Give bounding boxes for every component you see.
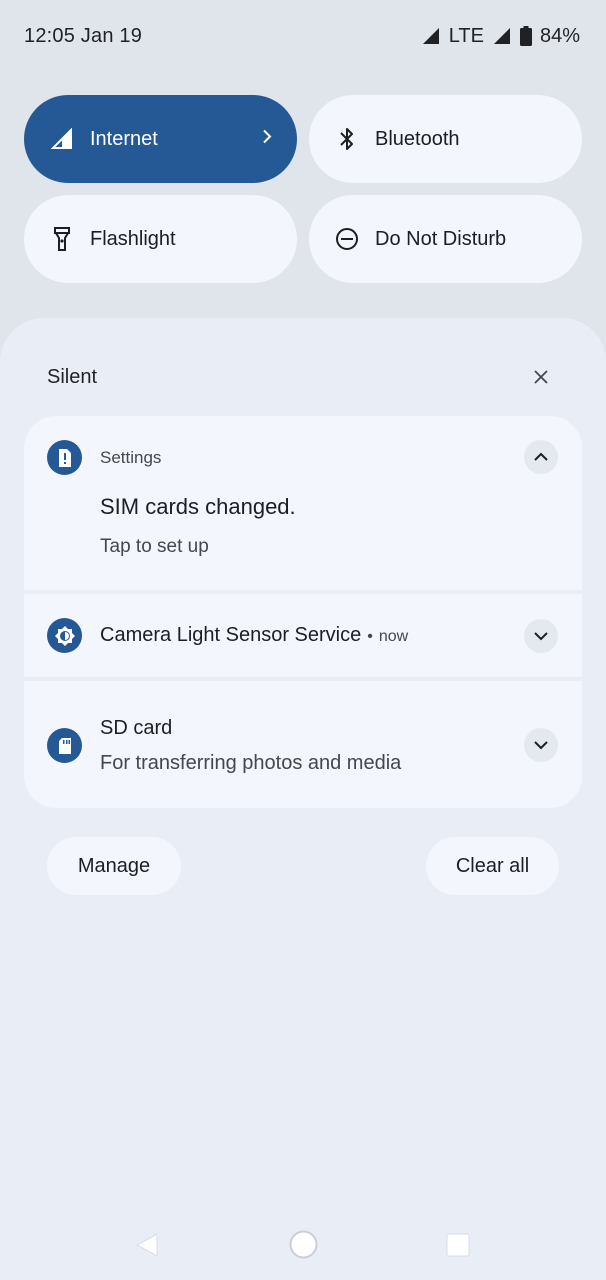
bluetooth-icon — [335, 127, 359, 151]
recent-apps-icon[interactable] — [446, 1233, 470, 1262]
chevron-down-icon[interactable] — [524, 728, 558, 762]
status-bar: 12:05 Jan 19 LTE 84% — [0, 0, 606, 72]
tile-label: Do Not Disturb — [375, 227, 507, 250]
lte-signal-icon — [492, 26, 512, 46]
tile-internet[interactable]: Internet — [24, 95, 297, 183]
notification-sim-cards[interactable]: Settings SIM cards changed. Tap to set u… — [24, 416, 582, 590]
tile-bluetooth[interactable]: Bluetooth — [309, 95, 582, 183]
flashlight-icon — [50, 227, 74, 251]
tile-label: Flashlight — [90, 227, 176, 250]
signal-icon — [421, 26, 441, 46]
chevron-right-icon[interactable] — [261, 128, 273, 151]
battery-icon — [519, 26, 532, 46]
notification-sd-card[interactable]: SD card For transferring photos and medi… — [24, 681, 582, 808]
notification-app-name: Settings — [100, 448, 162, 467]
notification-text: Tap to set up — [100, 536, 209, 557]
network-type-label: LTE — [448, 24, 484, 47]
notification-camera-light-sensor[interactable]: Camera Light Sensor Service • now — [24, 594, 582, 677]
clear-all-button[interactable]: Clear all — [426, 837, 559, 895]
notification-title-text: Camera Light Sensor Service — [100, 624, 362, 646]
back-icon[interactable] — [135, 1232, 159, 1263]
notification-title: Camera Light Sensor Service • now — [100, 624, 408, 647]
sd-card-icon — [47, 728, 82, 763]
tile-do-not-disturb[interactable]: Do Not Disturb — [309, 195, 582, 283]
notification-title: SIM cards changed. — [100, 494, 296, 519]
do-not-disturb-icon — [335, 227, 359, 251]
status-icons: LTE 84% — [421, 25, 580, 48]
tile-label: Bluetooth — [375, 127, 460, 150]
notification-text: For transferring photos and media — [100, 752, 402, 774]
silent-section-header: Silent — [47, 366, 98, 388]
close-icon[interactable] — [528, 364, 554, 390]
notification-group: Settings SIM cards changed. Tap to set u… — [24, 416, 582, 808]
status-time-date: 12:05 Jan 19 — [24, 24, 143, 47]
sim-alert-icon — [47, 440, 82, 475]
tile-label: Internet — [90, 127, 158, 150]
notification-time: now — [378, 628, 409, 645]
notification-title: SD card — [100, 717, 173, 739]
home-icon[interactable] — [288, 1229, 319, 1265]
signal-icon — [50, 127, 74, 151]
light-sensor-icon — [47, 618, 82, 653]
quick-settings: Internet Bluetooth Flashlight Do Not Dis… — [24, 95, 582, 283]
battery-percent: 84% — [539, 24, 580, 47]
tile-flashlight[interactable]: Flashlight — [24, 195, 297, 283]
notification-separator: • — [367, 628, 373, 645]
chevron-up-icon[interactable] — [524, 440, 558, 474]
chevron-down-icon[interactable] — [524, 619, 558, 653]
manage-button[interactable]: Manage — [47, 837, 181, 895]
